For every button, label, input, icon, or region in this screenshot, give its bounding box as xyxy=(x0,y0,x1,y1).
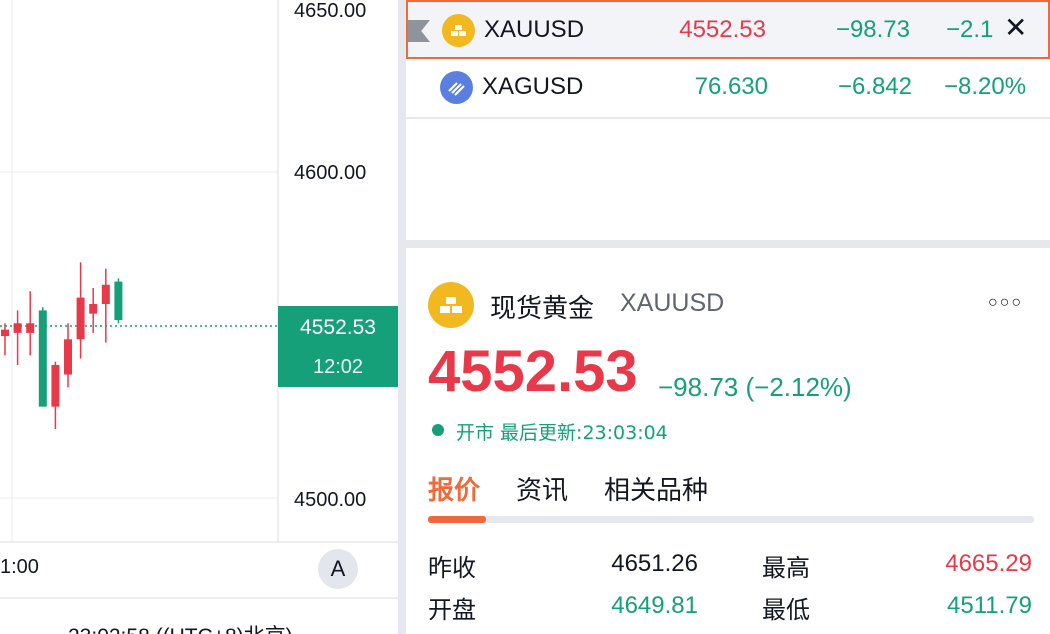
panel-divider[interactable] xyxy=(406,240,1050,248)
gold-bar-icon xyxy=(428,282,474,328)
market-open-dot xyxy=(432,424,444,436)
candle-body xyxy=(26,323,35,333)
quote-value-prev-close: 4651.26 xyxy=(611,550,698,577)
candle-body xyxy=(114,281,123,321)
detail-last-price: 4552.53 xyxy=(428,339,638,404)
candle-body xyxy=(13,323,22,333)
quote-label-low: 最低 xyxy=(762,596,810,624)
price-axis-label: 4600.00 xyxy=(294,162,366,184)
watchlist-separator xyxy=(406,117,1050,119)
candle-body xyxy=(1,329,9,337)
price-axis-label: 4650.00 xyxy=(294,0,366,22)
quote-label-prev-close: 昨收 xyxy=(428,554,476,582)
detail-change: −98.73 (−2.12%) xyxy=(658,372,852,402)
watchlist-change-pct: −2.1 xyxy=(946,16,994,43)
quote-value-low: 4511.79 xyxy=(947,592,1032,619)
watchlist-row-xauusd[interactable]: XAUUSD 4552.53 −98.73 −2.1 ✕ xyxy=(406,0,1050,59)
candle-body xyxy=(64,339,72,375)
pane-divider[interactable] xyxy=(398,0,406,634)
symbol-code: XAUUSD xyxy=(620,289,725,317)
gold-bar-icon xyxy=(442,14,475,47)
candle-body xyxy=(76,297,85,340)
current-price-value: 4552.53 xyxy=(300,316,376,339)
candle-body xyxy=(101,284,110,305)
candle-body xyxy=(89,304,98,314)
watchlist: XAUUSD 4552.53 −98.73 −2.1 ✕ XAGUSD 76.6… xyxy=(406,0,1050,240)
symbol-name: 现货黄金 xyxy=(490,294,595,324)
candle-body xyxy=(51,364,60,407)
chart-pane[interactable]: 4650.00 4600.00 4500.00 4552.53 12:02 1:… xyxy=(0,0,398,634)
watchlist-last: 76.630 xyxy=(694,73,768,100)
symbol-detail-panel: 现货黄金 XAUUSD ○○○ 4552.53 −98.73 (−2.12%) … xyxy=(406,248,1050,634)
watchlist-change: −6.842 xyxy=(837,73,912,100)
close-icon[interactable]: ✕ xyxy=(1004,11,1027,44)
tab-indicator-active xyxy=(428,516,486,523)
flag-icon[interactable] xyxy=(408,20,430,42)
quote-label-open: 开盘 xyxy=(428,596,476,624)
watchlist-symbol: XAUUSD xyxy=(484,16,585,43)
tab-quote[interactable]: 报价 xyxy=(428,470,480,507)
market-status: 开市 最后更新:23:03:04 xyxy=(456,422,668,444)
watchlist-change: −98.73 xyxy=(835,16,910,43)
bar-countdown: 12:02 xyxy=(312,356,364,378)
candles-group xyxy=(1,262,123,430)
chart-status-time: 23:02:58 ((UTC+8)北京) xyxy=(68,620,293,634)
current-price-tag: 4552.53 12:02 xyxy=(278,306,398,387)
more-options-icon[interactable]: ○○○ xyxy=(988,294,1023,312)
time-axis-label: 1:00 xyxy=(0,556,39,578)
quote-label-high: 最高 xyxy=(762,554,810,582)
quote-value-high: 4665.29 xyxy=(945,550,1032,577)
watchlist-change-pct: −8.20% xyxy=(944,73,1027,100)
tab-indicator-track xyxy=(428,516,1034,523)
candle-body xyxy=(38,310,47,407)
watchlist-last: 4552.53 xyxy=(679,16,766,43)
tab-related[interactable]: 相关品种 xyxy=(604,470,708,507)
quote-value-open: 4649.81 xyxy=(611,592,698,619)
price-axis-label: 4500.00 xyxy=(294,489,366,511)
watchlist-symbol: XAGUSD xyxy=(482,73,584,100)
tab-news[interactable]: 资讯 xyxy=(516,470,568,507)
auto-scale-button[interactable]: A xyxy=(318,549,358,589)
watchlist-row-xagusd[interactable]: XAGUSD 76.630 −6.842 −8.20% xyxy=(406,59,1050,118)
silver-bar-icon xyxy=(440,71,473,104)
